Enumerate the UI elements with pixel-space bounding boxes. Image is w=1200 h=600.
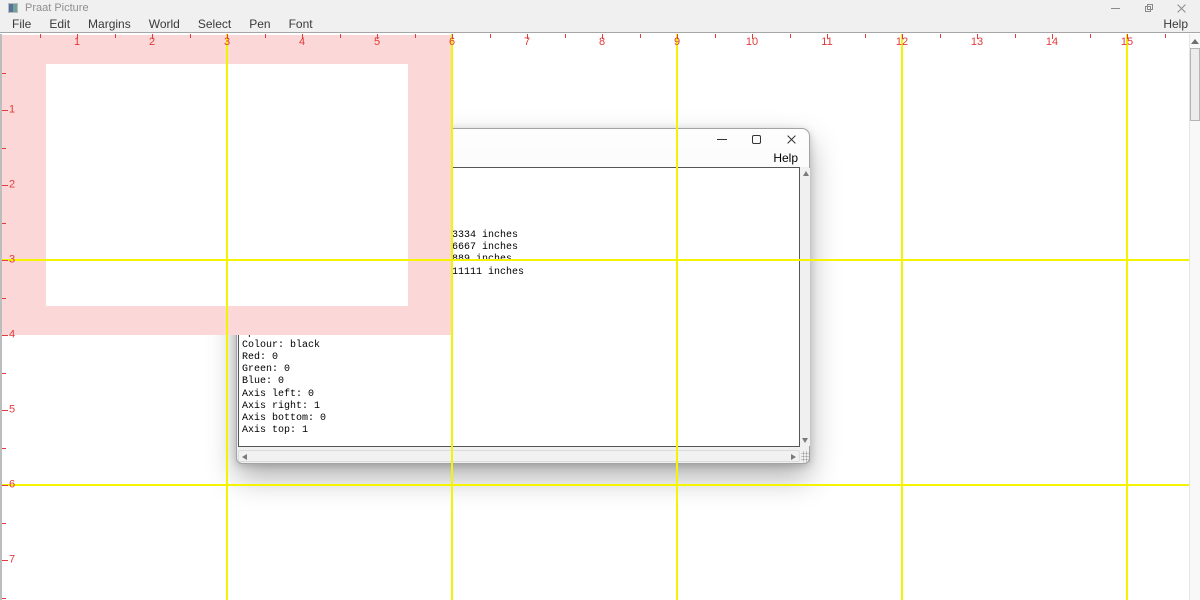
ruler-tick-top bbox=[865, 34, 866, 38]
ruler-number-left: 1 bbox=[9, 103, 15, 115]
ruler-tick-left bbox=[2, 148, 6, 149]
ruler-tick-left bbox=[2, 73, 6, 74]
ruler-tick-left bbox=[2, 298, 6, 299]
info-window-controls bbox=[704, 129, 809, 149]
canvas-vertical-scrollbar[interactable] bbox=[1189, 34, 1200, 600]
minimize-icon bbox=[717, 139, 727, 140]
ruler-number-left: 2 bbox=[9, 178, 15, 190]
ruler-tick-top bbox=[790, 34, 791, 38]
scroll-up-icon[interactable] bbox=[1191, 39, 1199, 44]
ruler-number-top: 1 bbox=[74, 36, 80, 48]
ruler-tick-top bbox=[640, 34, 641, 38]
ruler-tick-left bbox=[2, 335, 8, 336]
gridline-vertical bbox=[901, 34, 903, 600]
resize-grip-icon[interactable] bbox=[801, 451, 810, 462]
menu-item-select[interactable]: Select bbox=[189, 16, 240, 33]
menu-item-pen[interactable]: Pen bbox=[240, 16, 279, 33]
ruler-number-left: 7 bbox=[9, 553, 15, 565]
ruler-tick-left bbox=[2, 110, 8, 111]
ruler-number-left: 6 bbox=[9, 478, 15, 490]
gridline-vertical bbox=[676, 34, 678, 600]
info-horizontal-scrollbar[interactable] bbox=[238, 450, 800, 462]
ruler-number-top: 14 bbox=[1046, 36, 1058, 48]
ruler-number-top: 9 bbox=[674, 36, 680, 48]
ruler-tick-left bbox=[2, 185, 8, 186]
ruler-tick-left bbox=[2, 260, 8, 261]
ruler-tick-top bbox=[490, 34, 491, 38]
gridline-vertical bbox=[226, 34, 228, 600]
ruler-tick-top bbox=[1090, 34, 1091, 38]
menu-item-edit[interactable]: Edit bbox=[40, 16, 79, 33]
gridline-horizontal bbox=[2, 484, 1189, 486]
gridline-horizontal bbox=[2, 259, 1189, 261]
main-window-title: Praat Picture bbox=[25, 2, 89, 14]
ruler-tick-left bbox=[2, 223, 6, 224]
ruler-tick-top bbox=[115, 34, 116, 38]
ruler-number-top: 7 bbox=[524, 36, 530, 48]
ruler-number-left: 3 bbox=[9, 253, 15, 265]
restore-button[interactable] bbox=[1132, 0, 1165, 16]
ruler-number-top: 10 bbox=[746, 36, 758, 48]
praat-app-icon bbox=[8, 3, 18, 13]
ruler-tick-top bbox=[40, 34, 41, 38]
ruler-tick-top bbox=[340, 34, 341, 38]
menu-item-help[interactable]: Help bbox=[1154, 16, 1197, 33]
ruler-tick-top bbox=[565, 34, 566, 38]
ruler-number-top: 8 bbox=[599, 36, 605, 48]
ruler-tick-left bbox=[2, 598, 6, 599]
main-window-controls bbox=[1099, 0, 1198, 16]
ruler-number-top: 3 bbox=[224, 36, 230, 48]
close-icon bbox=[787, 135, 796, 144]
info-minimize-button[interactable] bbox=[704, 129, 739, 149]
close-icon bbox=[1177, 4, 1186, 13]
minimize-icon bbox=[1111, 8, 1120, 9]
ruler-tick-left bbox=[2, 485, 8, 486]
minimize-button[interactable] bbox=[1099, 0, 1132, 16]
ruler-number-left: 4 bbox=[9, 328, 15, 340]
ruler-number-top: 11 bbox=[821, 36, 832, 48]
info-vertical-scrollbar[interactable] bbox=[801, 168, 810, 446]
scroll-down-icon[interactable] bbox=[802, 438, 808, 443]
close-button[interactable] bbox=[1165, 0, 1198, 16]
info-maximize-button[interactable] bbox=[739, 129, 774, 149]
gridline-vertical bbox=[451, 34, 453, 600]
ruler-tick-top bbox=[1015, 34, 1016, 38]
ruler-number-top: 15 bbox=[1121, 36, 1133, 48]
menu-item-world[interactable]: World bbox=[140, 16, 189, 33]
scroll-left-icon[interactable] bbox=[242, 454, 247, 460]
praat-picture-window: Praat Picture FileEditMarginsWorldSelect… bbox=[0, 0, 1200, 600]
ruler-tick-top bbox=[940, 34, 941, 38]
ruler-number-top: 5 bbox=[374, 36, 380, 48]
maximize-icon bbox=[752, 135, 761, 144]
ruler-number-top: 12 bbox=[896, 36, 908, 48]
ruler-tick-left bbox=[2, 373, 6, 374]
info-menu-item-help[interactable]: Help bbox=[766, 149, 805, 167]
scroll-up-icon[interactable] bbox=[803, 171, 809, 176]
ruler-tick-top bbox=[415, 34, 416, 38]
ruler-tick-left bbox=[2, 448, 6, 449]
ruler-tick-left bbox=[2, 410, 8, 411]
scroll-right-icon[interactable] bbox=[791, 454, 796, 460]
gridline-vertical bbox=[1126, 34, 1128, 600]
menu-item-font[interactable]: Font bbox=[280, 16, 322, 33]
ruler-number-top: 6 bbox=[449, 36, 455, 48]
main-titlebar[interactable]: Praat Picture bbox=[0, 0, 1200, 16]
ruler-number-top: 2 bbox=[149, 36, 155, 48]
ruler-tick-top bbox=[265, 34, 266, 38]
restore-icon bbox=[1145, 4, 1153, 12]
ruler-number-top: 4 bbox=[299, 36, 305, 48]
ruler-tick-left bbox=[2, 560, 8, 561]
main-menubar: FileEditMarginsWorldSelectPenFont Help bbox=[0, 16, 1200, 33]
menu-item-file[interactable]: File bbox=[3, 16, 40, 33]
info-close-button[interactable] bbox=[774, 129, 809, 149]
ruler-tick-top bbox=[1165, 34, 1166, 38]
scrollbar-thumb[interactable] bbox=[1190, 48, 1200, 121]
ruler-number-left: 5 bbox=[9, 403, 15, 415]
ruler-tick-top bbox=[190, 34, 191, 38]
ruler-number-top: 13 bbox=[971, 36, 983, 48]
ruler-tick-top bbox=[715, 34, 716, 38]
menu-item-margins[interactable]: Margins bbox=[79, 16, 140, 33]
ruler-tick-left bbox=[2, 523, 6, 524]
